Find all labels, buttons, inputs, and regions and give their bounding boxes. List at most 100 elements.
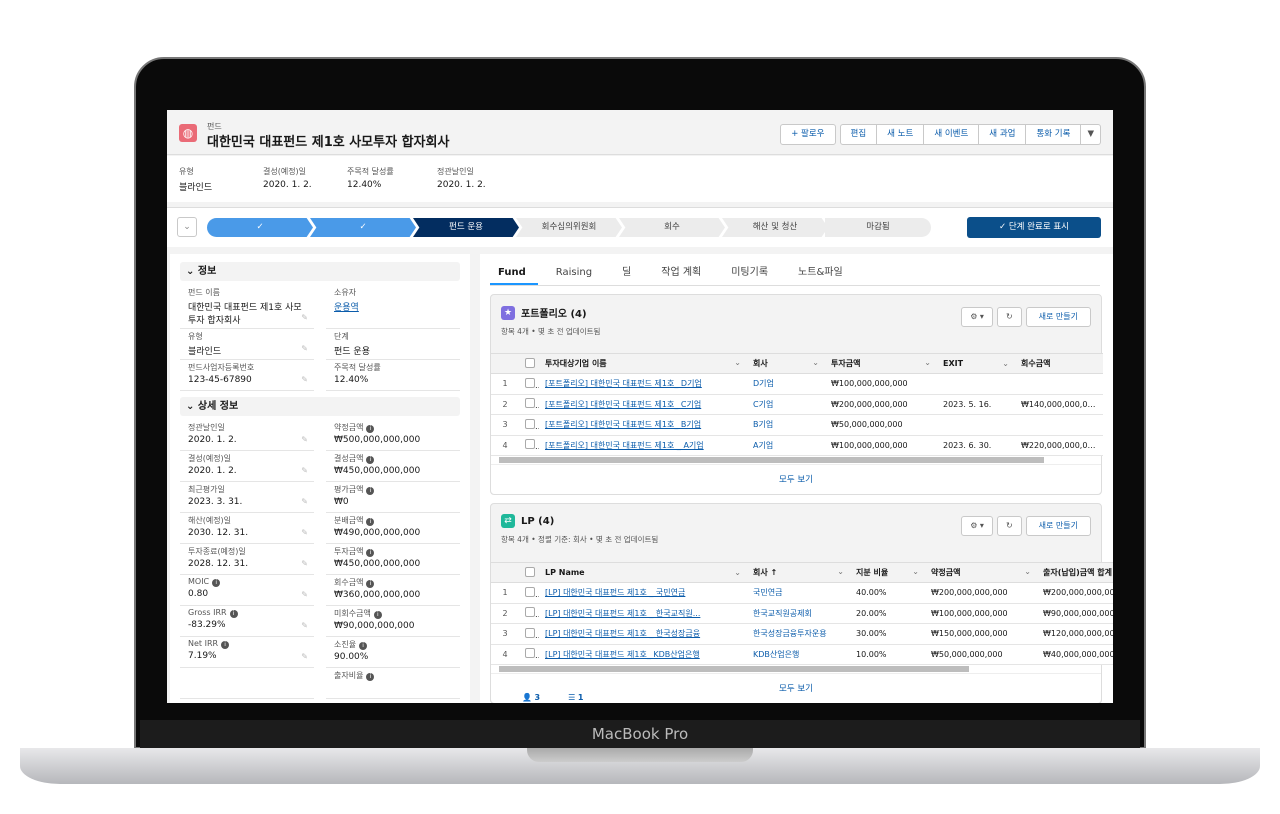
row-checkbox[interactable] xyxy=(519,414,539,436)
row-checkbox[interactable] xyxy=(519,644,539,665)
column-header[interactable]: 회사 ⌄ xyxy=(747,353,825,374)
company-link[interactable]: 국민연금 xyxy=(747,582,850,604)
card-title[interactable]: 포트폴리오 (4) xyxy=(521,309,587,320)
company-link[interactable]: B기업 xyxy=(747,414,825,436)
select-all-checkbox[interactable] xyxy=(519,562,539,583)
record-link-cell[interactable]: [LP] 대한민국 대표펀드 제1호_ KDB산업은행 xyxy=(539,644,747,665)
info-icon[interactable]: i xyxy=(212,579,221,587)
follow-button[interactable]: + 팔로우 xyxy=(780,124,836,145)
company-link[interactable]: A기업 xyxy=(747,435,825,456)
info-icon[interactable]: i xyxy=(366,673,375,681)
chevron-down-icon[interactable]: ⌄ xyxy=(734,568,741,577)
column-header[interactable]: 약정금액 ⌄ xyxy=(925,562,1037,583)
info-icon[interactable]: i xyxy=(373,611,382,619)
edit-pencil-icon[interactable]: ✎ xyxy=(301,435,308,444)
record-link-cell[interactable]: [포트폴리오] 대한민국 대표펀드 제1호_ B기업 xyxy=(539,414,747,436)
select-all-checkbox[interactable] xyxy=(519,353,539,374)
column-header[interactable]: 투자금액 ⌄ xyxy=(825,353,937,374)
tab[interactable]: 노트&파일 xyxy=(790,260,855,285)
record-link-cell[interactable]: [LP] 대한민국 대표펀드 제1호 _ 한국성장금융 xyxy=(539,623,747,645)
tab[interactable]: Raising xyxy=(548,260,604,285)
record-link-cell[interactable]: [LP] 대한민국 대표펀드 제1호 _ 국민연금 xyxy=(539,582,747,604)
edit-pencil-icon[interactable]: ✎ xyxy=(301,375,308,384)
users-utility[interactable]: 👤 3 xyxy=(522,693,540,702)
row-checkbox[interactable] xyxy=(519,623,539,645)
stage-dissolution[interactable]: 해산 및 청산 xyxy=(722,218,828,237)
company-link[interactable]: D기업 xyxy=(747,373,825,395)
record-link-cell[interactable]: [포트폴리오] 대한민국 대표펀드 제1호_ C기업 xyxy=(539,394,747,415)
info-icon[interactable]: i xyxy=(366,487,375,495)
view-all-link[interactable]: 모두 보기 xyxy=(491,464,1101,494)
info-icon[interactable]: i xyxy=(366,456,375,464)
record-link[interactable]: [LP] 대한민국 대표펀드 제1호 _ 한국성장금융 xyxy=(545,629,700,638)
record-link[interactable]: [LP] 대한민국 대표펀드 제1호 _ 한국교직원... xyxy=(545,609,700,618)
column-header[interactable]: 회수금액 xyxy=(1015,353,1103,374)
settings-menu-button[interactable]: ⚙ ▾ xyxy=(961,307,993,327)
mark-stage-complete-button[interactable]: ✓ 단계 완료로 표시 xyxy=(967,217,1101,238)
chevron-down-icon[interactable]: ⌄ xyxy=(812,358,819,367)
tab[interactable]: 작업 계획 xyxy=(653,260,713,285)
edit-button[interactable]: 편집 xyxy=(839,124,878,145)
edit-pencil-icon[interactable]: ✎ xyxy=(301,652,308,661)
row-checkbox[interactable] xyxy=(519,373,539,395)
record-link[interactable]: [포트폴리오] 대한민국 대표펀드 제1호_ C기업 xyxy=(545,400,701,409)
more-actions-button[interactable]: ▼ xyxy=(1081,124,1101,145)
edit-pencil-icon[interactable]: ✎ xyxy=(301,497,308,506)
record-link-cell[interactable]: [포트폴리오] 대한민국 대표펀드 제1호 _ A기업 xyxy=(539,435,747,456)
info-icon[interactable]: i xyxy=(366,425,375,433)
record-link[interactable]: [포트폴리오] 대한민국 대표펀드 제1호 _ A기업 xyxy=(545,441,704,450)
edit-pencil-icon[interactable]: ✎ xyxy=(301,559,308,568)
row-checkbox[interactable] xyxy=(519,394,539,415)
record-link[interactable]: [포트폴리오] 대한민국 대표펀드 제1호_ D기업 xyxy=(545,379,702,388)
new-event-button[interactable]: 새 이벤트 xyxy=(924,124,980,145)
tab[interactable]: Fund xyxy=(490,260,538,285)
column-header[interactable]: EXIT ⌄ xyxy=(937,353,1015,374)
stage-1[interactable]: ✓ xyxy=(207,218,313,237)
settings-menu-button[interactable]: ⚙ ▾ xyxy=(961,516,993,536)
stage-2[interactable]: ✓ xyxy=(310,218,416,237)
edit-pencil-icon[interactable]: ✎ xyxy=(301,528,308,537)
info-icon[interactable]: i xyxy=(221,641,230,649)
stage-closed[interactable]: 마감됨 xyxy=(825,218,931,237)
record-link[interactable]: [LP] 대한민국 대표펀드 제1호 _ 국민연금 xyxy=(545,588,685,597)
column-header[interactable]: 회사 ↑ ⌄ xyxy=(747,562,850,583)
edit-pencil-icon[interactable]: ✎ xyxy=(301,344,308,353)
stage-recovery[interactable]: 회수 xyxy=(619,218,725,237)
edit-pencil-icon[interactable]: ✎ xyxy=(301,621,308,630)
tab[interactable]: 미팅기록 xyxy=(723,260,780,285)
company-link[interactable]: 한국성장금융투자운용 xyxy=(747,623,850,645)
log-call-button[interactable]: 통화 기록 xyxy=(1026,124,1082,145)
company-link[interactable]: KDB산업은행 xyxy=(747,644,850,665)
info-icon[interactable]: i xyxy=(366,549,375,557)
new-button[interactable]: 새로 만들기 xyxy=(1025,307,1091,327)
card-title[interactable]: LP (4) xyxy=(521,516,554,527)
section-info[interactable]: ⌄ 정보 xyxy=(180,262,460,281)
edit-pencil-icon[interactable]: ✎ xyxy=(301,313,308,322)
refresh-button[interactable]: ↻ xyxy=(996,307,1022,327)
chevron-down-icon[interactable]: ⌄ xyxy=(912,567,919,576)
column-header[interactable]: LP Name ⌄ xyxy=(539,562,747,583)
new-task-button[interactable]: 새 과업 xyxy=(979,124,1027,145)
chevron-down-icon[interactable]: ⌄ xyxy=(837,567,844,576)
stage-fund-operation[interactable]: 펀드 운용 xyxy=(413,218,519,237)
info-icon[interactable]: i xyxy=(359,642,368,650)
edit-pencil-icon[interactable]: ✎ xyxy=(301,590,308,599)
new-note-button[interactable]: 새 노트 xyxy=(877,124,925,145)
column-header[interactable]: 투자대상기업 이름 ⌄ xyxy=(539,353,747,374)
record-link-cell[interactable]: [포트폴리오] 대한민국 대표펀드 제1호_ D기업 xyxy=(539,373,747,395)
row-checkbox[interactable] xyxy=(519,435,539,456)
info-icon[interactable]: i xyxy=(229,610,238,618)
record-link[interactable]: [LP] 대한민국 대표펀드 제1호_ KDB산업은행 xyxy=(545,650,700,659)
horizontal-scrollbar[interactable] xyxy=(491,456,1101,464)
chevron-down-icon[interactable]: ⌄ xyxy=(1002,359,1009,368)
section-detail[interactable]: ⌄ 상세 정보 xyxy=(180,397,460,416)
column-header[interactable]: 지분 비율 ⌄ xyxy=(850,562,925,583)
refresh-button[interactable]: ↻ xyxy=(996,516,1022,536)
row-checkbox[interactable] xyxy=(519,603,539,624)
info-icon[interactable]: i xyxy=(366,518,375,526)
tab[interactable]: 딜 xyxy=(614,260,643,285)
list-utility[interactable]: ☰ 1 xyxy=(568,693,583,702)
column-header[interactable]: 출자(납입)금액 합계 xyxy=(1037,562,1113,583)
chevron-down-icon[interactable]: ⌄ xyxy=(924,358,931,367)
record-link[interactable]: [포트폴리오] 대한민국 대표펀드 제1호_ B기업 xyxy=(545,420,701,429)
